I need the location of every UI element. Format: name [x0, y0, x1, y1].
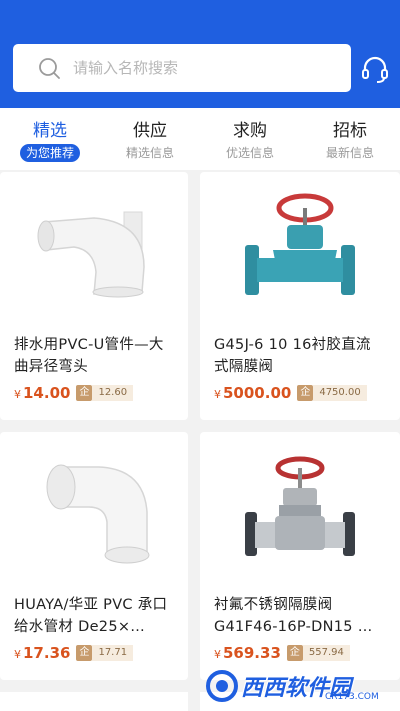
tab-subtitle: 最新信息	[325, 146, 374, 160]
product-price: ¥5000.00	[214, 384, 292, 402]
app-header	[0, 0, 400, 108]
diaphragm-valve-icon	[245, 193, 355, 295]
tab-subtitle: 为您推荐	[19, 144, 80, 162]
tab-tender[interactable]: 招标 最新信息	[300, 120, 400, 162]
price-row: ¥569.33 企 557.94	[214, 644, 350, 662]
product-title: G45J-6 10 16衬胶直流式隔膜阀	[214, 337, 371, 375]
enterprise-price: 557.94	[302, 645, 350, 661]
product-price: ¥569.33	[214, 644, 281, 662]
tab-subtitle: 优选信息	[225, 146, 274, 160]
enterprise-price: 4750.00	[313, 385, 367, 401]
tab-title: 精选	[33, 121, 67, 141]
watermark: 西西软件园 CR173.COM	[205, 666, 395, 706]
price-row: ¥17.36 企 17.71	[14, 644, 134, 662]
tab-subtitle: 精选信息	[125, 146, 174, 160]
enterprise-badge: 企	[286, 645, 303, 661]
product-image	[200, 172, 400, 322]
pvc-elbow-90-icon	[46, 464, 150, 564]
enterprise-price: 17.71	[92, 645, 134, 661]
enterprise-badge: 企	[297, 385, 314, 401]
price-row: ¥14.00 企 12.60	[14, 384, 134, 402]
price-row: ¥5000.00 企 4750.00	[214, 384, 367, 402]
product-image	[0, 172, 188, 322]
product-title: 排水用PVC-U管件—大曲异径弯头	[14, 337, 164, 375]
product-image	[200, 432, 400, 582]
search-box[interactable]	[13, 44, 351, 92]
stainless-valve-icon	[245, 456, 355, 556]
tab-featured[interactable]: 精选 为您推荐	[0, 120, 100, 162]
product-card[interactable]: G45J-6 10 16衬胶直流式隔膜阀 ¥5000.00 企 4750.00	[200, 172, 400, 420]
next-card-partial	[0, 692, 188, 711]
tab-purchase[interactable]: 求购 优选信息	[200, 120, 300, 162]
product-price: ¥17.36	[14, 644, 71, 662]
enterprise-badge: 企	[76, 645, 93, 661]
enterprise-price: 12.60	[92, 385, 134, 401]
product-image	[0, 432, 188, 582]
tab-title: 供应	[133, 121, 167, 141]
watermark-url: CR173.COM	[325, 692, 379, 702]
product-title: 衬氟不锈钢隔膜阀 G41F46-16P-DN15 …	[214, 597, 373, 635]
tab-supply[interactable]: 供应 精选信息	[100, 120, 200, 162]
product-title: HUAYA/华亚 PVC 承口给水管材 De25×…	[14, 597, 168, 635]
enterprise-badge: 企	[76, 385, 93, 401]
category-tabs: 精选 为您推荐 供应 精选信息 求购 优选信息 招标 最新信息	[0, 108, 400, 170]
tab-title: 招标	[333, 121, 367, 141]
search-icon	[39, 58, 60, 79]
watermark-logo-icon	[206, 670, 238, 702]
customer-service-icon[interactable]	[360, 56, 390, 84]
product-card[interactable]: HUAYA/华亚 PVC 承口给水管材 De25×… ¥17.36 企 17.7…	[0, 432, 188, 680]
product-price: ¥14.00	[14, 384, 71, 402]
product-card[interactable]: 排水用PVC-U管件—大曲异径弯头 ¥14.00 企 12.60	[0, 172, 188, 420]
product-card[interactable]: 衬氟不锈钢隔膜阀 G41F46-16P-DN15 … ¥569.33 企 557…	[200, 432, 400, 680]
tab-title: 求购	[233, 121, 267, 141]
search-input[interactable]	[73, 44, 333, 92]
pvc-elbow-icon	[37, 211, 145, 298]
